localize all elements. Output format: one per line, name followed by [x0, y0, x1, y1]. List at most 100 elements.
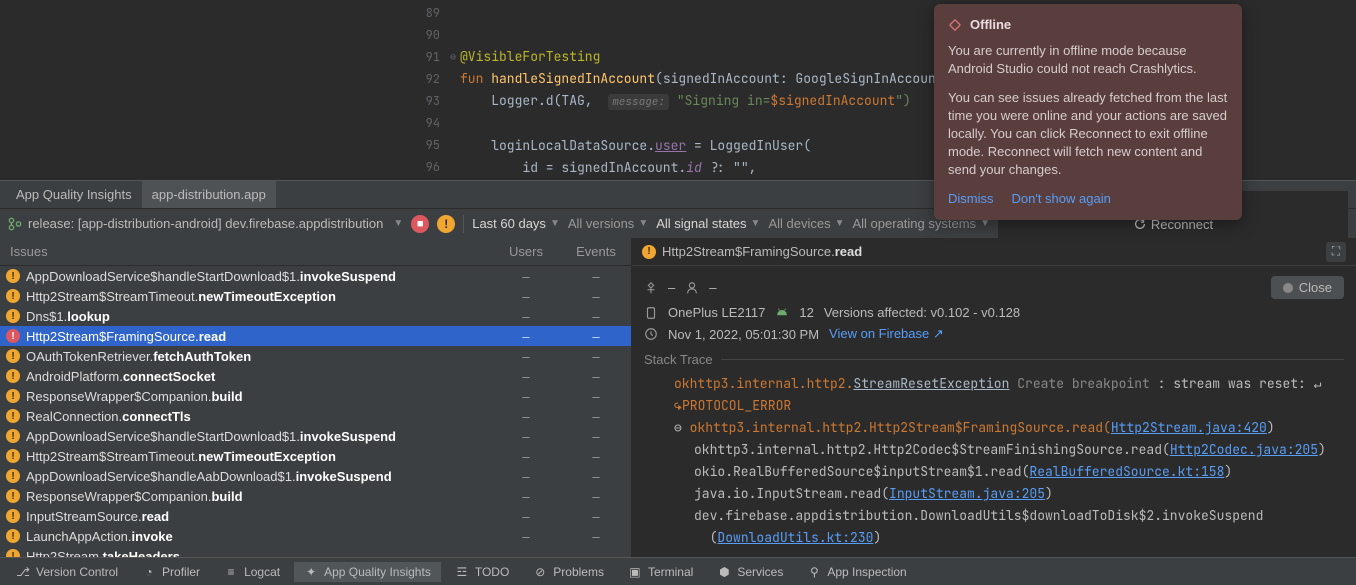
create-breakpoint-link[interactable]: Create breakpoint	[1017, 375, 1150, 392]
issue-row[interactable]: !RealConnection.connectTls––	[0, 406, 631, 426]
col-issues[interactable]: Issues	[0, 244, 491, 259]
issue-severity-icon: !	[642, 245, 656, 259]
events-count: –	[561, 429, 631, 444]
tab-app-quality-insights[interactable]: App Quality Insights	[6, 181, 142, 208]
events-count: –	[561, 509, 631, 524]
tab-problems[interactable]: ⊘Problems	[523, 562, 614, 582]
issue-row[interactable]: !Http2Stream$StreamTimeout.newTimeoutExc…	[0, 286, 631, 306]
severity-icon: !	[6, 269, 20, 283]
tab-profiler[interactable]: ◔Profiler	[132, 562, 210, 582]
issue-list[interactable]: ! AppDownloadService$handleStartDownload$…	[0, 266, 631, 557]
events-count: –	[561, 549, 631, 558]
events-count: –	[561, 369, 631, 384]
events-count: –	[561, 409, 631, 424]
events-count: –	[561, 269, 631, 284]
issue-row[interactable]: !Dns$1.lookup––	[0, 306, 631, 326]
inspection-icon: ⚲	[807, 565, 821, 579]
detail-panel: ! Http2Stream$FramingSource.read ⛶ – – C…	[632, 238, 1356, 557]
issue-title: ResponseWrapper$Companion.build	[26, 489, 491, 504]
events-count: –	[561, 389, 631, 404]
issue-title: RealConnection.connectTls	[26, 409, 491, 424]
issue-row[interactable]: !LaunchAppAction.invoke––	[0, 526, 631, 546]
issue-row[interactable]: !InputStreamSource.read––	[0, 506, 631, 526]
severity-icon: !	[6, 329, 20, 343]
issue-title: Http2Stream$StreamTimeout.newTimeoutExce…	[26, 289, 491, 304]
issue-row[interactable]: !ResponseWrapper$Companion.build––	[0, 486, 631, 506]
users-count: –	[491, 469, 561, 484]
users-count: –	[491, 349, 561, 364]
meta-sep: –	[668, 280, 675, 295]
severity-icon: !	[6, 389, 20, 403]
issue-title: Http2Stream.takeHeaders	[26, 549, 491, 558]
issue-row[interactable]: !Http2Stream$FramingSource.read––	[0, 326, 631, 346]
issue-row[interactable]: !ResponseWrapper$Companion.build––	[0, 386, 631, 406]
tab-todo[interactable]: ☲TODO	[445, 562, 519, 582]
col-events[interactable]: Events	[561, 244, 631, 259]
chevron-down-icon: ▼	[393, 218, 403, 229]
issue-row[interactable]: !Http2Stream$StreamTimeout.newTimeoutExc…	[0, 446, 631, 466]
tab-terminal[interactable]: ▣Terminal	[618, 562, 703, 582]
stop-button[interactable]: ■	[411, 215, 429, 233]
tab-aqi[interactable]: ✦App Quality Insights	[294, 562, 441, 582]
popup-dont-show-link[interactable]: Don't show again	[1012, 190, 1111, 208]
stack-trace-label: Stack Trace	[644, 352, 1344, 367]
todo-icon: ☲	[455, 565, 469, 579]
popup-dismiss-link[interactable]: Dismiss	[948, 190, 994, 208]
issue-title: AndroidPlatform.connectSocket	[26, 369, 491, 384]
tab-version-control[interactable]: ⎇Version Control	[6, 562, 128, 582]
stack-link[interactable]: Http2Stream.java:420	[1111, 419, 1267, 436]
filter-versions[interactable]: All versions▼	[568, 216, 648, 231]
separator	[463, 215, 464, 233]
release-selector[interactable]: release: [app-distribution-android] dev.…	[8, 216, 403, 231]
android-icon	[775, 306, 789, 320]
col-users[interactable]: Users	[491, 244, 561, 259]
tab-app-distribution[interactable]: app-distribution.app	[142, 181, 276, 208]
issue-title: ResponseWrapper$Companion.build	[26, 389, 491, 404]
tab-logcat[interactable]: ≡Logcat	[214, 562, 290, 582]
issue-title: OAuthTokenRetriever.fetchAuthToken	[26, 349, 491, 364]
stack-link[interactable]: InputStream.java:205	[889, 485, 1045, 502]
stack-link[interactable]: Http2Codec.java:205	[1170, 441, 1318, 458]
clock-icon	[644, 327, 658, 341]
offline-icon	[948, 18, 962, 32]
issue-row[interactable]: !AndroidPlatform.connectSocket––	[0, 366, 631, 386]
issue-title: AppDownloadService$handleStartDownload$1…	[26, 429, 491, 444]
severity-icon: !	[6, 409, 20, 423]
severity-icon: !	[6, 429, 20, 443]
device-label: OnePlus LE2117	[668, 305, 765, 320]
users-count: –	[491, 449, 561, 464]
fold-icon[interactable]: ⊖	[450, 46, 456, 68]
issue-title: LaunchAppAction.invoke	[26, 529, 491, 544]
stack-trace[interactable]: okhttp3.internal.http2.StreamResetExcept…	[644, 373, 1344, 549]
device-icon	[644, 306, 658, 320]
tab-services[interactable]: ⬢Services	[707, 562, 793, 582]
versions-label: Versions affected: v0.102 - v0.128	[824, 305, 1020, 320]
filter-signals[interactable]: All signal states▼	[656, 216, 760, 231]
issue-row[interactable]: !OAuthTokenRetriever.fetchAuthToken––	[0, 346, 631, 366]
issue-row[interactable]: !AppDownloadService$handleAabDownload$1.…	[0, 466, 631, 486]
issue-row[interactable]: !Http2Stream.takeHeaders––	[0, 546, 631, 557]
events-count: –	[561, 529, 631, 544]
stack-link[interactable]: DownloadUtils.kt:230	[717, 529, 873, 546]
close-button[interactable]: Close	[1271, 276, 1344, 299]
users-count: –	[491, 409, 561, 424]
services-icon: ⬢	[717, 565, 731, 579]
terminal-icon: ▣	[628, 565, 642, 579]
issue-row[interactable]: ! AppDownloadService$handleStartDownload$…	[0, 426, 631, 446]
users-count: –	[491, 509, 561, 524]
expand-icon[interactable]: ⛶	[1326, 242, 1346, 262]
bug-icon	[644, 281, 658, 295]
profiler-icon: ◔	[142, 565, 156, 579]
vcs-icon: ⎇	[16, 565, 30, 579]
editor-gutter: 89 90 91 92 93 94 95 96 97 ⊖	[0, 0, 460, 180]
filter-devices[interactable]: All devices▼	[768, 216, 844, 231]
stack-link[interactable]: RealBufferedSource.kt:158	[1029, 463, 1224, 480]
issue-row[interactable]: !AppDownloadService$handleStartDownload$…	[0, 266, 631, 286]
filter-days[interactable]: Last 60 days▼	[472, 216, 560, 231]
issue-title: InputStreamSource.read	[26, 509, 491, 524]
warning-indicator[interactable]: !	[437, 215, 455, 233]
severity-icon: !	[6, 489, 20, 503]
tab-app-inspection[interactable]: ⚲App Inspection	[797, 562, 916, 582]
view-on-firebase-link[interactable]: View on Firebase ↗	[829, 326, 944, 342]
meta-sep: –	[709, 280, 716, 295]
